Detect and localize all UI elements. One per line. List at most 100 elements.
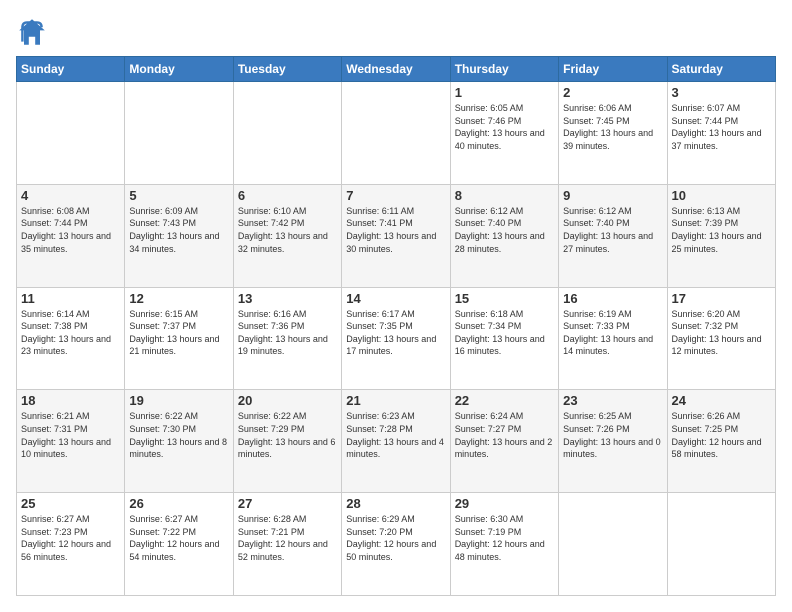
- day-info: Sunrise: 6:12 AM Sunset: 7:40 PM Dayligh…: [563, 205, 662, 255]
- day-number: 18: [21, 393, 120, 408]
- day-number: 16: [563, 291, 662, 306]
- calendar-cell: 5Sunrise: 6:09 AM Sunset: 7:43 PM Daylig…: [125, 184, 233, 287]
- calendar-header-friday: Friday: [559, 57, 667, 82]
- day-number: 4: [21, 188, 120, 203]
- calendar-header-thursday: Thursday: [450, 57, 558, 82]
- day-info: Sunrise: 6:09 AM Sunset: 7:43 PM Dayligh…: [129, 205, 228, 255]
- calendar-cell: 11 Sunrise: 6:14 AM Sunset: 7:38 PM Dayli…: [17, 287, 125, 390]
- day-info: Sunrise: 6:13 AM Sunset: 7:39 PM Dayligh…: [672, 205, 771, 255]
- calendar-cell: [342, 82, 450, 185]
- calendar-cell: 18 Sunrise: 6:21 AM Sunset: 7:31 PM Dayli…: [17, 390, 125, 493]
- calendar-header-row: SundayMondayTuesdayWednesdayThursdayFrid…: [17, 57, 776, 82]
- day-info: Sunrise: 6:08 AM Sunset: 7:44 PM Dayligh…: [21, 205, 120, 255]
- day-number: 6: [238, 188, 337, 203]
- calendar-cell: 22 Sunrise: 6:24 AM Sunset: 7:27 PM Dayli…: [450, 390, 558, 493]
- day-number: 21: [346, 393, 445, 408]
- day-info: Sunrise: 6:30 AM Sunset: 7:19 PM Dayligh…: [455, 513, 554, 563]
- day-number: 28: [346, 496, 445, 511]
- calendar-week-1: 4 Sunrise: 6:08 AM Sunset: 7:44 PM Daylig…: [17, 184, 776, 287]
- header: [16, 16, 776, 48]
- day-number: 24: [672, 393, 771, 408]
- calendar-cell: 27Sunrise: 6:28 AM Sunset: 7:21 PM Dayli…: [233, 493, 341, 596]
- calendar-cell: 14 Sunrise: 6:17 AM Sunset: 7:35 PM Dayli…: [342, 287, 450, 390]
- calendar-cell: [667, 493, 775, 596]
- calendar-cell: 15 Sunrise: 6:18 AM Sunset: 7:34 PM Dayli…: [450, 287, 558, 390]
- calendar-week-4: 25 Sunrise: 6:27 AM Sunset: 7:23 PM Dayli…: [17, 493, 776, 596]
- calendar-cell: [125, 82, 233, 185]
- calendar-cell: [233, 82, 341, 185]
- logo-icon: [16, 16, 48, 48]
- calendar-cell: 28 Sunrise: 6:29 AM Sunset: 7:20 PM Dayli…: [342, 493, 450, 596]
- calendar-cell: [559, 493, 667, 596]
- day-info: Sunrise: 6:11 AM Sunset: 7:41 PM Dayligh…: [346, 205, 445, 255]
- calendar-cell: 10 Sunrise: 6:13 AM Sunset: 7:39 PM Dayli…: [667, 184, 775, 287]
- day-info: Sunrise: 6:12 AM Sunset: 7:40 PM Dayligh…: [455, 205, 554, 255]
- day-number: 1: [455, 85, 554, 100]
- calendar-cell: 12Sunrise: 6:15 AM Sunset: 7:37 PM Dayli…: [125, 287, 233, 390]
- calendar-cell: 7 Sunrise: 6:11 AM Sunset: 7:41 PM Daylig…: [342, 184, 450, 287]
- day-info: Sunrise: 6:15 AM Sunset: 7:37 PM Dayligh…: [129, 308, 228, 358]
- day-info: Sunrise: 6:22 AM Sunset: 7:30 PM Dayligh…: [129, 410, 228, 460]
- calendar-cell: 25 Sunrise: 6:27 AM Sunset: 7:23 PM Dayli…: [17, 493, 125, 596]
- calendar-cell: 9 Sunrise: 6:12 AM Sunset: 7:40 PM Daylig…: [559, 184, 667, 287]
- calendar-cell: 26 Sunrise: 6:27 AM Sunset: 7:22 PM Dayli…: [125, 493, 233, 596]
- day-info: Sunrise: 6:27 AM Sunset: 7:22 PM Dayligh…: [129, 513, 228, 563]
- calendar-header-saturday: Saturday: [667, 57, 775, 82]
- day-number: 20: [238, 393, 337, 408]
- calendar-week-3: 18 Sunrise: 6:21 AM Sunset: 7:31 PM Dayli…: [17, 390, 776, 493]
- calendar-cell: 29 Sunrise: 6:30 AM Sunset: 7:19 PM Dayli…: [450, 493, 558, 596]
- calendar-cell: 20 Sunrise: 6:22 AM Sunset: 7:29 PM Dayli…: [233, 390, 341, 493]
- day-info: Sunrise: 6:22 AM Sunset: 7:29 PM Dayligh…: [238, 410, 337, 460]
- day-number: 2: [563, 85, 662, 100]
- day-number: 17: [672, 291, 771, 306]
- day-info: Sunrise: 6:20 AM Sunset: 7:32 PM Dayligh…: [672, 308, 771, 358]
- calendar-header-tuesday: Tuesday: [233, 57, 341, 82]
- day-info: Sunrise: 6:19 AM Sunset: 7:33 PM Dayligh…: [563, 308, 662, 358]
- day-number: 19: [129, 393, 228, 408]
- day-number: 8: [455, 188, 554, 203]
- day-number: 13: [238, 291, 337, 306]
- day-info: Sunrise: 6:17 AM Sunset: 7:35 PM Dayligh…: [346, 308, 445, 358]
- calendar-cell: 4 Sunrise: 6:08 AM Sunset: 7:44 PM Daylig…: [17, 184, 125, 287]
- calendar-week-2: 11 Sunrise: 6:14 AM Sunset: 7:38 PM Dayli…: [17, 287, 776, 390]
- calendar-cell: 1Sunrise: 6:05 AM Sunset: 7:46 PM Daylig…: [450, 82, 558, 185]
- day-info: Sunrise: 6:10 AM Sunset: 7:42 PM Dayligh…: [238, 205, 337, 255]
- calendar-table: SundayMondayTuesdayWednesdayThursdayFrid…: [16, 56, 776, 596]
- day-info: Sunrise: 6:27 AM Sunset: 7:23 PM Dayligh…: [21, 513, 120, 563]
- day-info: Sunrise: 6:14 AM Sunset: 7:38 PM Dayligh…: [21, 308, 120, 358]
- day-info: Sunrise: 6:16 AM Sunset: 7:36 PM Dayligh…: [238, 308, 337, 358]
- day-info: Sunrise: 6:26 AM Sunset: 7:25 PM Dayligh…: [672, 410, 771, 460]
- day-info: Sunrise: 6:24 AM Sunset: 7:27 PM Dayligh…: [455, 410, 554, 460]
- day-number: 15: [455, 291, 554, 306]
- calendar-cell: 8 Sunrise: 6:12 AM Sunset: 7:40 PM Daylig…: [450, 184, 558, 287]
- day-number: 7: [346, 188, 445, 203]
- calendar-cell: [17, 82, 125, 185]
- calendar-header-sunday: Sunday: [17, 57, 125, 82]
- page: SundayMondayTuesdayWednesdayThursdayFrid…: [0, 0, 792, 612]
- day-number: 26: [129, 496, 228, 511]
- calendar-header-monday: Monday: [125, 57, 233, 82]
- calendar-cell: 2 Sunrise: 6:06 AM Sunset: 7:45 PM Daylig…: [559, 82, 667, 185]
- logo: [16, 16, 52, 48]
- day-number: 9: [563, 188, 662, 203]
- calendar-cell: 16 Sunrise: 6:19 AM Sunset: 7:33 PM Dayli…: [559, 287, 667, 390]
- day-info: Sunrise: 6:18 AM Sunset: 7:34 PM Dayligh…: [455, 308, 554, 358]
- day-number: 14: [346, 291, 445, 306]
- day-number: 22: [455, 393, 554, 408]
- day-number: 25: [21, 496, 120, 511]
- day-number: 29: [455, 496, 554, 511]
- day-info: Sunrise: 6:23 AM Sunset: 7:28 PM Dayligh…: [346, 410, 445, 460]
- calendar-cell: 24 Sunrise: 6:26 AM Sunset: 7:25 PM Dayli…: [667, 390, 775, 493]
- calendar-header-wednesday: Wednesday: [342, 57, 450, 82]
- day-number: 27: [238, 496, 337, 511]
- calendar-cell: 13 Sunrise: 6:16 AM Sunset: 7:36 PM Dayli…: [233, 287, 341, 390]
- day-info: Sunrise: 6:29 AM Sunset: 7:20 PM Dayligh…: [346, 513, 445, 563]
- day-info: Sunrise: 6:21 AM Sunset: 7:31 PM Dayligh…: [21, 410, 120, 460]
- day-number: 3: [672, 85, 771, 100]
- day-number: 11: [21, 291, 120, 306]
- day-info: Sunrise: 6:06 AM Sunset: 7:45 PM Dayligh…: [563, 102, 662, 152]
- calendar-cell: 21 Sunrise: 6:23 AM Sunset: 7:28 PM Dayli…: [342, 390, 450, 493]
- day-number: 10: [672, 188, 771, 203]
- day-info: Sunrise: 6:25 AM Sunset: 7:26 PM Dayligh…: [563, 410, 662, 460]
- calendar-week-0: 1Sunrise: 6:05 AM Sunset: 7:46 PM Daylig…: [17, 82, 776, 185]
